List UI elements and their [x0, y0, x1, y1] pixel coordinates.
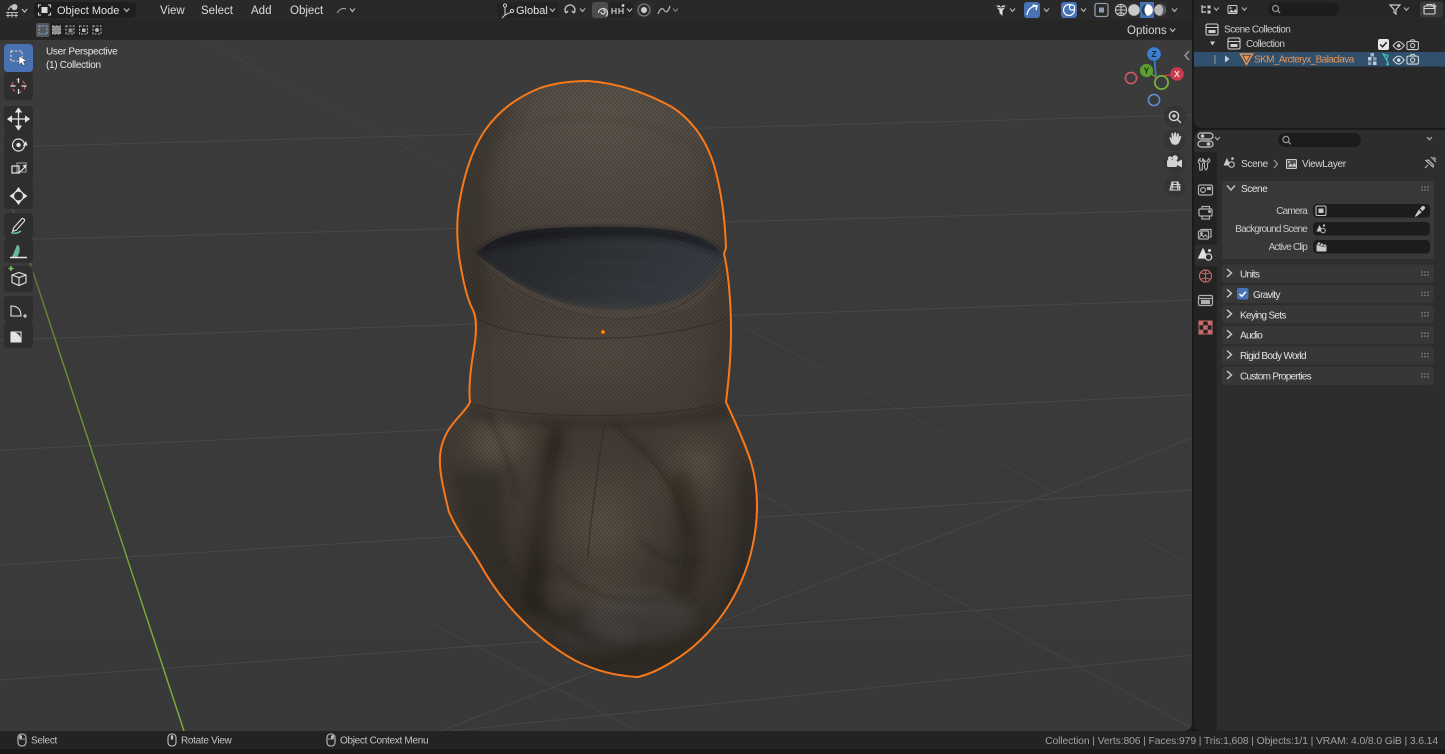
svg-text:Scene: Scene	[1241, 184, 1268, 195]
svg-text:Background Scene: Background Scene	[1235, 224, 1308, 235]
svg-text:Object Mode: Object Mode	[57, 5, 119, 17]
svg-text:Active Clip: Active Clip	[1269, 242, 1309, 253]
svg-text:Rotate View: Rotate View	[181, 736, 233, 747]
svg-text:Object: Object	[290, 5, 324, 17]
svg-text:Scene: Scene	[1241, 159, 1269, 170]
svg-text:(1) Collection: (1) Collection	[46, 60, 101, 71]
svg-text:Scene Collection: Scene Collection	[1224, 25, 1290, 36]
svg-text:Options: Options	[1127, 25, 1167, 37]
svg-text:Y: Y	[1144, 66, 1150, 76]
svg-text:Collection: Collection	[1246, 39, 1284, 50]
svg-text:X: X	[1174, 69, 1180, 79]
svg-text:Rigid Body World: Rigid Body World	[1240, 351, 1306, 362]
svg-text:Gravity: Gravity	[1253, 290, 1280, 301]
svg-text:Global: Global	[516, 5, 548, 17]
svg-text:Camera: Camera	[1276, 206, 1308, 217]
svg-text:Select: Select	[201, 5, 234, 17]
svg-text:Keying Sets: Keying Sets	[1240, 310, 1286, 321]
svg-text:View: View	[160, 5, 185, 17]
svg-text:User Perspective: User Perspective	[46, 47, 118, 58]
svg-text:Units: Units	[1240, 270, 1260, 281]
svg-text:ViewLayer: ViewLayer	[1302, 159, 1347, 170]
svg-text:Collection | Verts:806 | Faces: Collection | Verts:806 | Faces:979 | Tri…	[1045, 736, 1438, 747]
svg-text:Add: Add	[251, 5, 271, 17]
svg-text:Audio: Audio	[1240, 331, 1263, 342]
svg-text:Custom Properties: Custom Properties	[1240, 372, 1312, 383]
svg-text:SKM_Arcteryx_Balaclava: SKM_Arcteryx_Balaclava	[1254, 55, 1355, 66]
svg-text:Object Context Menu: Object Context Menu	[340, 736, 428, 747]
svg-text:Z: Z	[1151, 49, 1156, 59]
svg-text:Select: Select	[31, 736, 58, 747]
